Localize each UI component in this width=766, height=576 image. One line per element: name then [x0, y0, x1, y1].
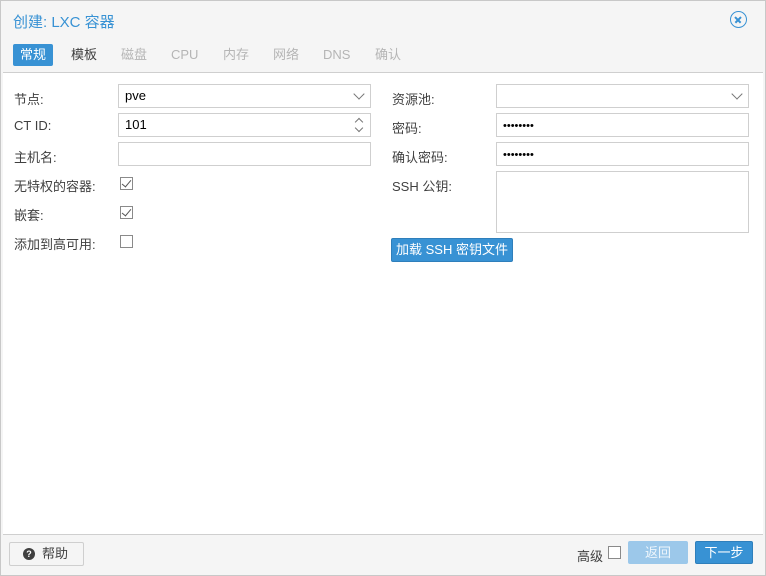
password-input[interactable]: ••••••••	[496, 113, 749, 137]
chevron-down-icon	[353, 88, 365, 100]
ssh-key-label: SSH 公钥:	[392, 179, 452, 194]
node-value: pve	[125, 88, 146, 103]
tab-dns[interactable]: DNS	[316, 44, 357, 66]
general-panel: 节点: pve CT ID: 101 主机名: 无特权的容器: 嵌套: 添加到高…	[3, 72, 763, 535]
tab-memory[interactable]: 内存	[216, 44, 256, 66]
advanced-label: 高级	[577, 549, 604, 564]
confirm-password-label: 确认密码:	[392, 150, 448, 165]
nesting-checkbox[interactable]	[120, 206, 133, 219]
next-button[interactable]: 下一步	[695, 541, 753, 564]
ha-checkbox[interactable]	[120, 235, 133, 248]
help-button[interactable]: ? 帮助	[9, 542, 84, 566]
node-label: 节点:	[14, 92, 44, 107]
nesting-label: 嵌套:	[14, 208, 44, 223]
pool-label: 资源池:	[392, 92, 435, 107]
ctid-value: 101	[125, 117, 147, 132]
spin-down-icon[interactable]	[354, 123, 364, 133]
ha-label: 添加到高可用:	[14, 237, 96, 252]
hostname-input[interactable]	[118, 142, 371, 166]
create-lxc-dialog: 创建: LXC 容器 常规 模板 磁盘 CPU 内存 网络 DNS 确认 节点:…	[0, 0, 766, 576]
tab-network[interactable]: 网络	[266, 44, 306, 66]
chevron-down-icon	[731, 88, 743, 100]
back-button[interactable]: 返回	[628, 541, 688, 564]
help-label: 帮助	[42, 546, 69, 561]
ctid-label: CT ID:	[14, 118, 52, 133]
help-icon: ?	[23, 548, 35, 560]
password-label: 密码:	[392, 121, 422, 136]
load-ssh-key-button[interactable]: 加载 SSH 密钥文件	[391, 238, 513, 262]
dialog-title: 创建: LXC 容器	[13, 14, 115, 31]
ctid-spinner[interactable]: 101	[118, 113, 371, 137]
unprivileged-checkbox[interactable]	[120, 177, 133, 190]
dialog-footer: ? 帮助 高级 返回 下一步	[1, 537, 765, 575]
node-select[interactable]: pve	[118, 84, 371, 108]
dialog-titlebar: 创建: LXC 容器	[1, 1, 765, 37]
tab-template[interactable]: 模板	[64, 44, 104, 66]
ssh-key-textarea[interactable]	[496, 171, 749, 233]
advanced-checkbox[interactable]	[608, 546, 621, 559]
close-icon[interactable]	[730, 11, 747, 28]
confirm-password-mask: ••••••••	[503, 149, 534, 161]
unprivileged-label: 无特权的容器:	[14, 179, 96, 194]
tab-disks[interactable]: 磁盘	[114, 44, 154, 66]
confirm-password-input[interactable]: ••••••••	[496, 142, 749, 166]
tab-cpu[interactable]: CPU	[164, 44, 205, 66]
hostname-label: 主机名:	[14, 150, 57, 165]
tab-general[interactable]: 常规	[13, 44, 54, 66]
pool-select[interactable]	[496, 84, 749, 108]
password-mask: ••••••••	[503, 120, 534, 132]
tab-confirm[interactable]: 确认	[368, 44, 408, 66]
